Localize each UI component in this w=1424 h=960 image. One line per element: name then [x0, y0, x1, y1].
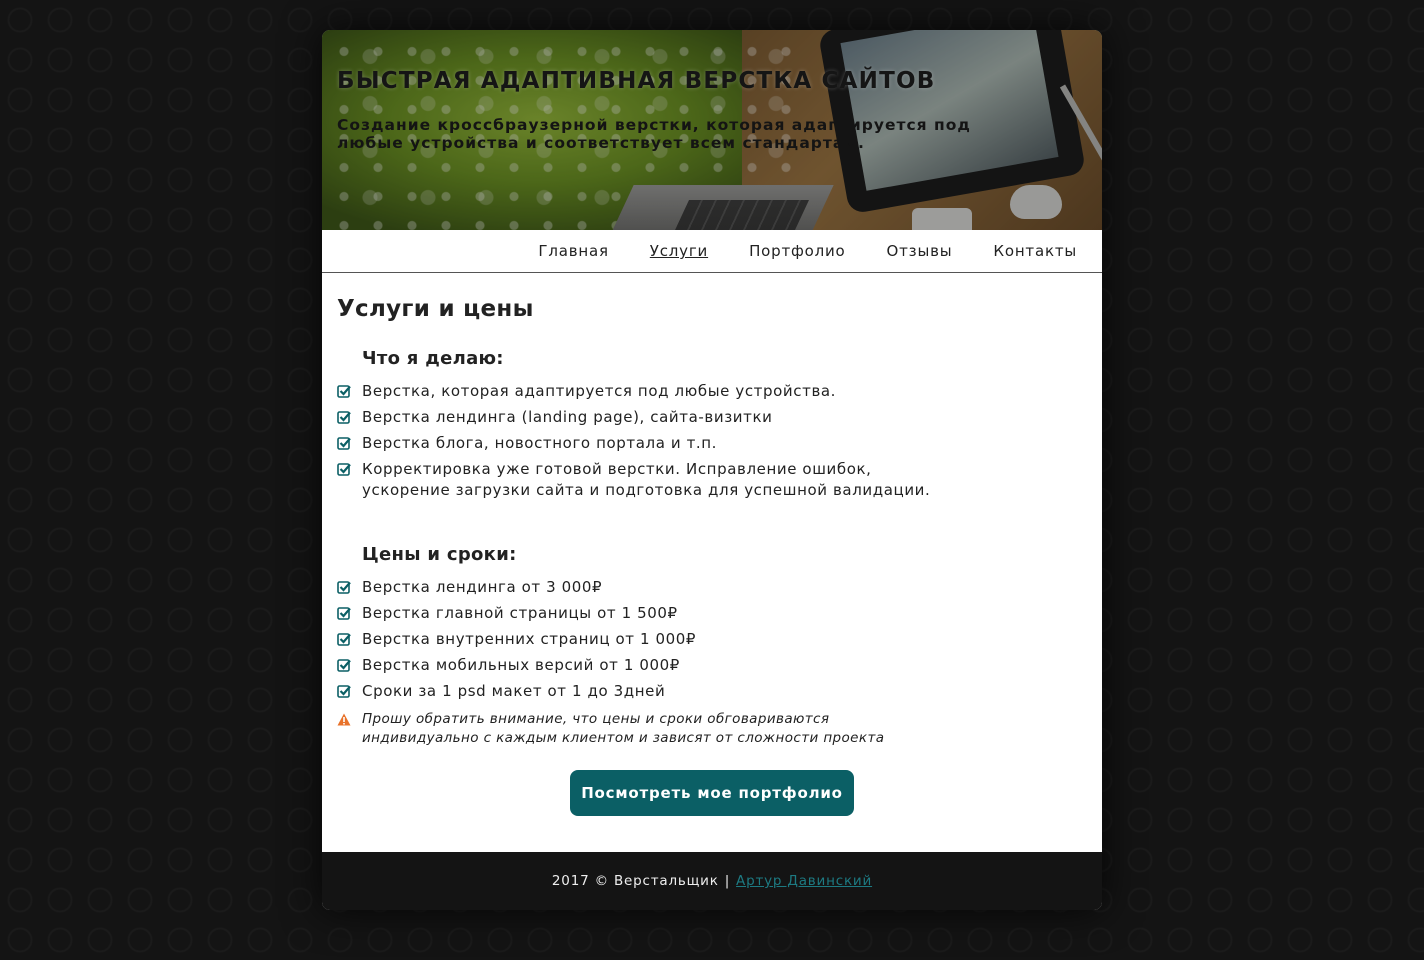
list-item: Верстка мобильных версий от 1 000₽: [337, 655, 957, 676]
checkbox-checked-icon: [337, 581, 351, 594]
list-item: Верстка лендинга (landing page), сайта-в…: [337, 407, 957, 428]
view-portfolio-button[interactable]: Посмотреть мое портфолио: [570, 770, 854, 816]
prices-list: Верстка лендинга от 3 000₽ Верстка главн…: [337, 577, 957, 707]
nav-item-portfolio[interactable]: Портфолио: [749, 242, 845, 260]
site-footer: 2017 © Верстальщик | Артур Давинский: [322, 852, 1102, 910]
checkbox-checked-icon: [337, 411, 351, 424]
checkbox-checked-icon: [337, 633, 351, 646]
site-subtitle: Создание кроссбраузерной верстки, котора…: [337, 116, 971, 152]
main-content: Услуги и цены Что я делаю: Верстка, кото…: [322, 273, 1102, 850]
main-nav: Главная Услуги Портфолио Отзывы Контакты: [322, 230, 1102, 273]
nav-item-home[interactable]: Главная: [538, 242, 608, 260]
warning-icon: [337, 713, 351, 726]
services-list: Верстка, которая адаптируется под любые …: [337, 381, 957, 506]
nav-item-contacts[interactable]: Контакты: [993, 242, 1077, 260]
nav-item-services[interactable]: Услуги: [650, 242, 708, 260]
site-title: БЫСТРАЯ АДАПТИВНАЯ ВЕРСТКА САЙТОВ: [337, 68, 936, 94]
services-heading: Что я делаю:: [362, 348, 504, 369]
list-item: Верстка, которая адаптируется под любые …: [337, 381, 957, 402]
list-item: Верстка лендинга от 3 000₽: [337, 577, 957, 598]
hero-header: БЫСТРАЯ АДАПТИВНАЯ ВЕРСТКА САЙТОВ Создан…: [322, 30, 1102, 230]
copyright-text: 2017 © Верстальщик: [551, 873, 719, 889]
page-title: Услуги и цены: [337, 296, 534, 322]
prices-heading: Цены и сроки:: [362, 544, 517, 565]
page-container: БЫСТРАЯ АДАПТИВНАЯ ВЕРСТКА САЙТОВ Создан…: [322, 30, 1102, 910]
nav-item-reviews[interactable]: Отзывы: [887, 242, 953, 260]
pricing-note: Прошу обратить внимание, что цены и срок…: [337, 710, 942, 748]
checkbox-checked-icon: [337, 685, 351, 698]
list-item: Верстка главной страницы от 1 500₽: [337, 603, 957, 624]
checkbox-checked-icon: [337, 659, 351, 672]
list-item: Сроки за 1 psd макет от 1 до 3дней: [337, 681, 957, 702]
checkbox-checked-icon: [337, 607, 351, 620]
checkbox-checked-icon: [337, 463, 351, 476]
checkbox-checked-icon: [337, 385, 351, 398]
author-link[interactable]: Артур Давинский: [736, 873, 872, 889]
list-item: Верстка внутренних страниц от 1 000₽: [337, 629, 957, 650]
checkbox-checked-icon: [337, 437, 351, 450]
footer-separator: |: [724, 873, 731, 889]
list-item: Верстка блога, новостного портала и т.п.: [337, 433, 957, 454]
list-item: Корректировка уже готовой верстки. Испра…: [337, 459, 957, 501]
